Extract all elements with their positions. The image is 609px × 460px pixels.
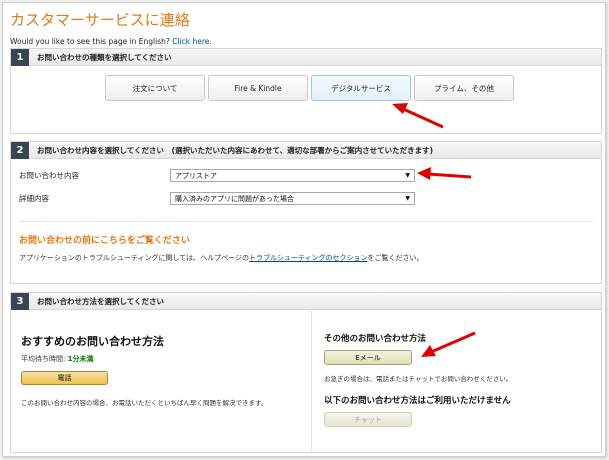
wait-time-label: 平均待ち時間:: [21, 355, 68, 363]
wait-time-value: 1分未満: [67, 355, 94, 363]
section-contact-method: 3 お問い合わせ方法を選択してください おすすめのお問い合わせ方法 平均待ち時間…: [10, 292, 602, 453]
dropdown-arrow-icon: ▼: [405, 172, 410, 179]
section-header: 3 お問い合わせ方法を選択してください: [11, 292, 601, 310]
other-methods-title: その他のお問い合わせ方法: [324, 334, 427, 344]
help-text-after: をご覧ください。: [367, 254, 424, 262]
phone-button[interactable]: 電話: [21, 371, 108, 385]
section-title: お問い合わせの種類を選択してください: [37, 52, 172, 62]
step-number-badge: 2: [11, 141, 29, 159]
step-number-badge: 3: [11, 292, 29, 310]
help-text: アプリケーションのトラブルシューティングに関しては、ヘルプページのトラブルシュー…: [19, 253, 424, 263]
divider: [19, 221, 593, 222]
other-methods-column: その他のお問い合わせ方法 Eメール お急ぎの場合は、電話またはチャットでお問い合…: [311, 311, 601, 453]
section-inquiry-details: 2 お問い合わせ内容を選択してください (選択いただいた内容にあわせて、適切な部…: [10, 141, 602, 284]
section-title: お問い合わせ内容を選択してください (選択いただいた内容にあわせて、適切な部署か…: [37, 145, 434, 155]
email-button[interactable]: Eメール: [324, 350, 412, 365]
inquiry-type-select[interactable]: アプリストア ▼: [170, 169, 415, 182]
detail-value: 購入済みのアプリに問題があった場合: [175, 194, 294, 203]
page-frame: カスタマーサービスに連絡 Would you like to see this …: [2, 2, 606, 457]
section-header: 1 お問い合わせの種類を選択してください: [11, 48, 601, 66]
troubleshooting-link[interactable]: トラブルシューティングのセクション: [249, 254, 368, 262]
wait-time: 平均待ち時間: 1分未満: [21, 354, 93, 364]
phone-note: このお問い合わせ内容の場合、お電話いただくといちばん早く問題を解決できます。: [21, 399, 268, 407]
section-contact-type: 1 お問い合わせの種類を選択してください 注文について Fire & Kindl…: [10, 48, 602, 134]
inquiry-type-label: お問い合わせ内容: [19, 171, 79, 180]
help-heading: お問い合わせの前にこちらをご覧ください: [19, 236, 190, 246]
section-title: お問い合わせ方法を選択してください: [37, 296, 165, 306]
chat-button-disabled: チャット: [324, 412, 412, 427]
detail-label: 詳細内容: [19, 194, 49, 203]
page-title: カスタマーサービスに連絡: [10, 11, 190, 29]
detail-select[interactable]: 購入済みのアプリに問題があった場合 ▼: [170, 192, 415, 205]
english-link[interactable]: Click here.: [172, 37, 212, 46]
section-header: 2 お問い合わせ内容を選択してください (選択いただいた内容にあわせて、適切な部…: [11, 141, 601, 159]
english-prompt-text: Would you like to see this page in Engli…: [10, 37, 170, 46]
unavailable-title: 以下のお問い合わせ方法はご利用いただけません: [324, 396, 511, 406]
contact-type-tabs: 注文について Fire & Kindle デジタルサービス プライム、その他: [105, 75, 514, 101]
tab-digital-services[interactable]: デジタルサービス: [311, 75, 411, 101]
english-prompt: Would you like to see this page in Engli…: [10, 37, 212, 46]
dropdown-arrow-icon: ▼: [405, 195, 410, 202]
recommended-title: おすすめのお問い合わせ方法: [21, 335, 164, 348]
tab-prime-other[interactable]: プライム、その他: [414, 75, 514, 101]
inquiry-type-row: お問い合わせ内容 アプリストア ▼: [19, 169, 415, 182]
tab-fire-kindle[interactable]: Fire & Kindle: [208, 75, 308, 101]
recommended-method-column: おすすめのお問い合わせ方法 平均待ち時間: 1分未満 電話 このお問い合わせ内容…: [11, 311, 311, 453]
help-text-before: アプリケーションのトラブルシューティングに関しては、ヘルプページの: [19, 254, 249, 262]
tab-orders[interactable]: 注文について: [105, 75, 205, 101]
inquiry-type-value: アプリストア: [175, 171, 217, 180]
step-number-badge: 1: [11, 48, 29, 66]
detail-row: 詳細内容 購入済みのアプリに問題があった場合 ▼: [19, 192, 415, 205]
other-methods-note: お急ぎの場合は、電話またはチャットでお問い合わせください。: [324, 375, 513, 383]
